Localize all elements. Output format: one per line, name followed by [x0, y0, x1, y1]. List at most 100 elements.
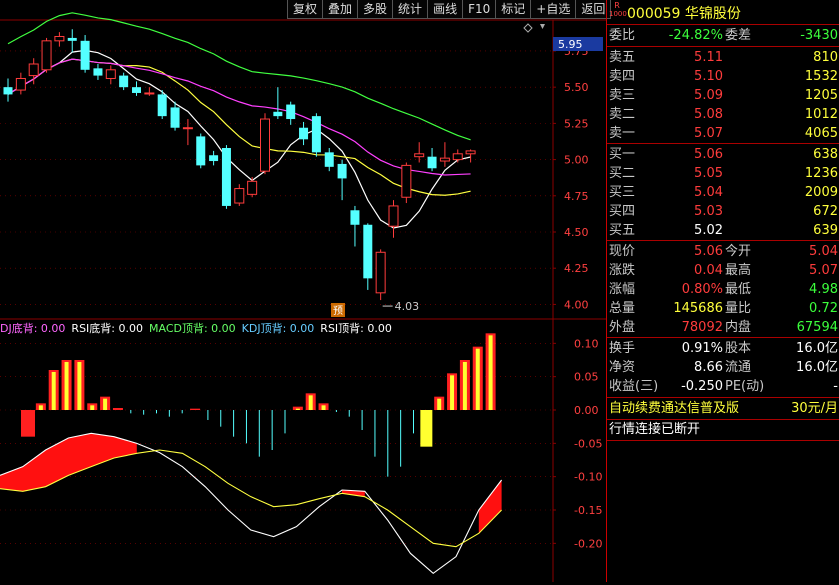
toolbar-button-1[interactable]: 叠加 [322, 0, 359, 19]
stats-label: 换手 [609, 341, 636, 356]
stats-row: 换手 0.91% 股本 16.0亿 [607, 339, 839, 358]
macd-bar-negative [21, 410, 35, 437]
stats-value: 16.0亿 [796, 341, 838, 356]
toolbar-button-5[interactable]: F10 [462, 0, 497, 19]
macd-fill [0, 433, 137, 492]
bid-price: 5.06 [694, 147, 723, 162]
candle-body [465, 150, 476, 155]
ask-price: 5.07 [694, 126, 723, 141]
candle-body [196, 136, 206, 166]
candle-body [439, 157, 450, 162]
ask-label: 卖一 [609, 126, 636, 141]
toolbar-button-0[interactable]: 复权 [287, 0, 324, 19]
indicator-label: MACD顶背: 0.00 [149, 322, 236, 335]
bid-price: 5.02 [694, 223, 723, 238]
indicator-labels: DJ底背: 0.00 RSI底背: 0.00 MACD顶背: 0.00 KDJ顶背: … [0, 320, 398, 336]
macd-bar-inner [51, 372, 56, 410]
ask-volume: 1012 [804, 107, 838, 122]
candle-body [427, 156, 437, 169]
candle-body [41, 40, 52, 71]
kline-chart[interactable]: 5.755.505.255.004.754.504.254.005.95 4.0… [0, 0, 606, 582]
macd-tick-label: 0.00 [574, 404, 599, 417]
macd-bar-inner [38, 405, 43, 410]
macd-tick-label: 0.10 [574, 337, 599, 350]
macd-bar-inner [103, 398, 108, 410]
quote-label: 最高 [725, 263, 752, 278]
ask-row: 卖一 5.07 4065 [607, 124, 839, 143]
bid-label: 买四 [609, 204, 636, 219]
candle-body [234, 188, 245, 204]
promo-price: 30元/月 [791, 401, 838, 416]
quote-value: 78092 [681, 320, 723, 335]
candle-body [54, 35, 65, 42]
bid-label: 买一 [609, 147, 636, 162]
macd-bar-inner [295, 408, 300, 410]
stats-value: -0.250 [681, 379, 723, 394]
quote-value: 5.07 [809, 263, 838, 278]
quote-value: 4.98 [809, 282, 838, 297]
stock-name: 华锦股份 [684, 6, 741, 22]
ask-price: 5.08 [694, 107, 723, 122]
candle-body [273, 111, 283, 117]
macd-bar-inner [308, 395, 313, 410]
bid-price: 5.03 [694, 204, 723, 219]
bid-price: 5.04 [694, 185, 723, 200]
toolbar-button-2[interactable]: 多股 [357, 0, 394, 19]
weibi-row: 委比 -24.82% 委差 -3430 [607, 26, 839, 45]
candle-body [105, 69, 116, 79]
quote-panel: R 1000 000059 华锦股份 委比 -24.82% 委差 -3430 卖五 5.1… [606, 0, 839, 582]
chart-area[interactable]: 5.75 5.50 5.25 5.00 4.75 4.50 4.25 4.00 5.95 4.0… [0, 0, 606, 582]
divider [607, 46, 839, 47]
quote-value: 67594 [796, 320, 838, 335]
candle-body [324, 152, 334, 167]
toolbar-button-7[interactable]: +自选 [530, 0, 577, 19]
macd-bar-inner [64, 362, 69, 410]
macd-bar-inner [475, 348, 480, 410]
candle-body [132, 87, 141, 93]
quote-row: 涨跌 0.04 最高 5.07 [607, 261, 839, 280]
ask-label: 卖三 [609, 88, 636, 103]
ask-volume: 810 [813, 50, 838, 65]
ask-volume: 4065 [804, 126, 838, 141]
stock-badge: R 1000 [609, 1, 627, 20]
toolbar-button-4[interactable]: 画线 [427, 0, 464, 19]
candle-body [401, 164, 412, 198]
bid-row: 买一 5.06 638 [607, 145, 839, 164]
macd-tick-label: -0.05 [574, 437, 602, 450]
ma60-line [7, 12, 471, 141]
promo-text: 自动续费通达信普及版 [609, 401, 740, 416]
candle-body [388, 205, 399, 227]
quote-row: 总量 145686 量比 0.72 [607, 299, 839, 318]
quote-value: 145686 [673, 301, 723, 316]
quote-label: 涨幅 [609, 282, 636, 297]
quote-label: 涨跌 [609, 263, 636, 278]
toolbar-button-3[interactable]: 统计 [392, 0, 429, 19]
badge-bottom: 1000 [609, 10, 627, 18]
stats-label: 净资 [609, 360, 636, 375]
weicha-label: 委差 [725, 28, 752, 43]
indicator-label: KDJ顶背: 0.00 [241, 322, 315, 335]
toolbar-button-6[interactable]: 标记 [495, 0, 532, 19]
divider [607, 24, 839, 25]
badge-top: R [614, 1, 620, 10]
candle-body [452, 153, 463, 161]
ask-price: 5.11 [694, 50, 723, 65]
bid-price: 5.05 [694, 166, 723, 181]
divider [607, 240, 839, 241]
promo-row[interactable]: 自动续费通达信普及版 30元/月 [607, 399, 839, 418]
pre-badge-label: 预 [333, 305, 343, 317]
ask-row: 卖二 5.08 1012 [607, 105, 839, 124]
bid-volume: 639 [813, 223, 838, 238]
quote-label: 最低 [725, 282, 752, 297]
candle-body [414, 153, 425, 158]
ask-row: 卖三 5.09 1205 [607, 86, 839, 105]
ask-row: 卖四 5.10 1532 [607, 67, 839, 86]
macd-bar-inner [462, 362, 467, 410]
weicha-value: -3430 [800, 28, 838, 43]
macd-bar-inner [321, 405, 326, 410]
ask-volume: 1532 [804, 69, 838, 84]
connection-status: 行情连接已断开 [609, 422, 701, 437]
low-price-label: 4.03 [395, 300, 420, 313]
price-tick-label: 5.00 [564, 154, 589, 167]
indicator-label: RSI顶背: 0.00 [320, 322, 392, 335]
